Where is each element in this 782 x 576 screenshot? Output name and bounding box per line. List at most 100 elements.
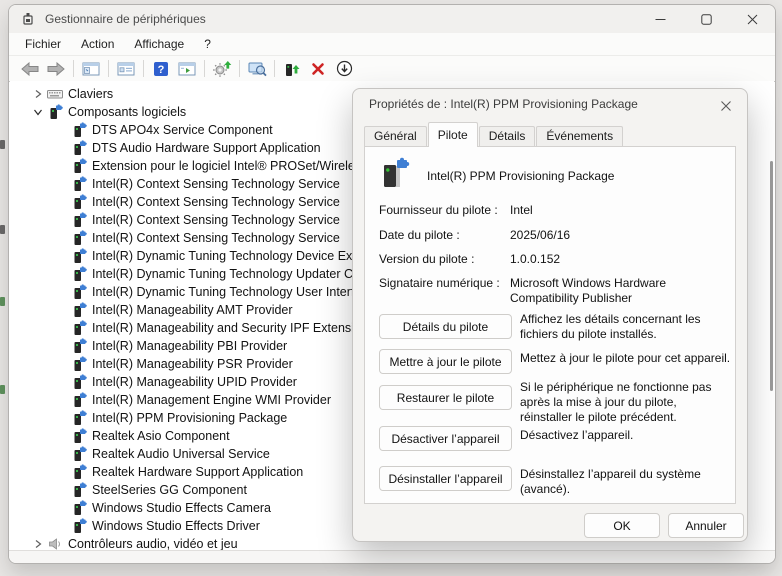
- menu-aide[interactable]: ?: [194, 35, 221, 53]
- tree-item-label: Intel(R) Manageability PBI Provider: [92, 339, 287, 353]
- tree-item-label: Intel(R) Manageability PSR Provider: [92, 357, 293, 371]
- chevron-spacer: [54, 376, 70, 388]
- tree-item-label: Intel(R) Context Sensing Technology Serv…: [92, 177, 340, 191]
- title-bar[interactable]: Gestionnaire de périphériques: [9, 5, 775, 33]
- update-driver-icon[interactable]: [280, 58, 304, 79]
- properties-icon[interactable]: [114, 58, 138, 79]
- tab-evenements[interactable]: Événements: [536, 126, 623, 146]
- tree-item-label: Contrôleurs audio, vidéo et jeu: [68, 537, 238, 551]
- ok-button[interactable]: OK: [584, 513, 660, 538]
- chevron-spacer: [54, 394, 70, 406]
- background-artifact: [0, 140, 5, 149]
- tree-item-label: Intel(R) Management Engine WMI Provider: [92, 393, 331, 407]
- tab-general[interactable]: Général: [364, 126, 427, 146]
- software-component-icon: [70, 428, 88, 444]
- chevron-right-icon[interactable]: [30, 88, 46, 100]
- action-description: Si le périphérique ne fonctionne pas apr…: [520, 380, 732, 425]
- keyboard-icon: [46, 86, 64, 102]
- tree-item-label: Extension pour le logiciel Intel® PROSet…: [92, 159, 367, 173]
- tree-item-label: Realtek Asio Component: [92, 429, 230, 443]
- chevron-spacer: [54, 304, 70, 316]
- action-button[interactable]: Désactiver l’appareil: [379, 426, 512, 451]
- tab-details[interactable]: Détails: [479, 126, 536, 146]
- chevron-spacer: [54, 178, 70, 190]
- action-description: Désinstallez l’appareil du système (avan…: [520, 467, 732, 497]
- dialog-close-icon[interactable]: [713, 94, 739, 118]
- menu-fichier[interactable]: Fichier: [15, 35, 71, 53]
- software-component-icon: [70, 464, 88, 480]
- tab-pilote[interactable]: Pilote: [428, 122, 478, 147]
- tree-item-label: Intel(R) Context Sensing Technology Serv…: [92, 213, 340, 227]
- background-artifact: [0, 225, 5, 234]
- tree-item-label: Intel(R) Dynamic Tuning Technology User …: [92, 285, 368, 299]
- tree-item-label: DTS Audio Hardware Support Application: [92, 141, 321, 155]
- forward-icon[interactable]: [44, 58, 68, 79]
- chevron-spacer: [54, 448, 70, 460]
- toolbar-separator: [274, 60, 275, 77]
- tree-item-label: Intel(R) Context Sensing Technology Serv…: [92, 195, 340, 209]
- status-bar: [9, 550, 775, 563]
- back-icon[interactable]: [18, 58, 42, 79]
- console-tree-icon[interactable]: [79, 58, 103, 79]
- chevron-spacer: [54, 160, 70, 172]
- field-value: 1.0.0.152: [510, 252, 726, 267]
- chevron-spacer: [54, 502, 70, 514]
- background-artifact: [0, 297, 5, 306]
- action-button[interactable]: Mettre à jour le pilote: [379, 349, 512, 374]
- dialog-title: Propriétés de : Intel(R) PPM Provisionin…: [369, 97, 638, 111]
- action-description: Affichez les détails concernant les fich…: [520, 312, 732, 342]
- software-component-icon: [70, 194, 88, 210]
- field-value: Intel: [510, 203, 726, 218]
- cancel-button[interactable]: Annuler: [668, 513, 744, 538]
- help-icon[interactable]: ?: [149, 58, 173, 79]
- add-drivers-icon[interactable]: [210, 58, 234, 79]
- chevron-spacer: [54, 286, 70, 298]
- chevron-spacer: [54, 196, 70, 208]
- tree-item-label: Intel(R) Manageability UPID Provider: [92, 375, 297, 389]
- tree-item-label: Windows Studio Effects Driver: [92, 519, 260, 533]
- svg-text:?: ?: [158, 64, 165, 76]
- scan-hardware-icon[interactable]: [245, 58, 269, 79]
- action-button[interactable]: Désinstaller l’appareil: [379, 466, 512, 491]
- chevron-right-icon[interactable]: [30, 538, 46, 550]
- chevron-spacer: [54, 232, 70, 244]
- toolbar-separator: [143, 60, 144, 77]
- background-artifact: [0, 385, 5, 394]
- action-description: Désactivez l’appareil.: [520, 428, 732, 443]
- screen: Gestionnaire de périphériques Fichier Ac…: [0, 0, 782, 576]
- pilote-tab-page: Intel(R) PPM Provisioning Package Fourni…: [364, 146, 736, 504]
- tree-item-label: SteelSeries GG Component: [92, 483, 247, 497]
- disable-device-icon[interactable]: [332, 58, 356, 79]
- action-button[interactable]: Détails du pilote: [379, 314, 512, 339]
- field-label: Fournisseur du pilote :: [379, 203, 509, 217]
- software-component-icon: [70, 482, 88, 498]
- window-title: Gestionnaire de périphériques: [45, 12, 206, 26]
- software-component-icon: [70, 248, 88, 264]
- close-icon[interactable]: [729, 5, 775, 33]
- chevron-spacer: [54, 520, 70, 532]
- menu-action[interactable]: Action: [71, 35, 124, 53]
- dialog-tabs: GénéralPiloteDétailsÉvénements: [364, 123, 624, 147]
- minimize-icon[interactable]: [637, 5, 683, 33]
- field-label: Version du pilote :: [379, 252, 509, 266]
- software-component-icon: [70, 140, 88, 156]
- chevron-down-icon[interactable]: [30, 106, 46, 118]
- tree-item-label: Realtek Audio Universal Service: [92, 447, 270, 461]
- action-pane-icon[interactable]: [175, 58, 199, 79]
- toolbar: ?: [9, 56, 775, 82]
- maximize-icon[interactable]: [683, 5, 729, 33]
- software-component-icon: [70, 158, 88, 174]
- action-button[interactable]: Restaurer le pilote: [379, 385, 512, 410]
- software-component-icon: [70, 212, 88, 228]
- tree-scrollbar[interactable]: [770, 161, 773, 391]
- speaker-icon: [46, 536, 64, 551]
- chevron-spacer: [54, 484, 70, 496]
- menu-affichage[interactable]: Affichage: [124, 35, 194, 53]
- field-value: 2025/06/16: [510, 228, 726, 243]
- toolbar-separator: [73, 60, 74, 77]
- uninstall-icon[interactable]: [306, 58, 330, 79]
- properties-dialog: Propriétés de : Intel(R) PPM Provisionin…: [352, 88, 748, 542]
- tree-item-label: Composants logiciels: [68, 105, 186, 119]
- software-component-icon: [70, 320, 88, 336]
- field-value: Microsoft Windows Hardware Compatibility…: [510, 276, 726, 306]
